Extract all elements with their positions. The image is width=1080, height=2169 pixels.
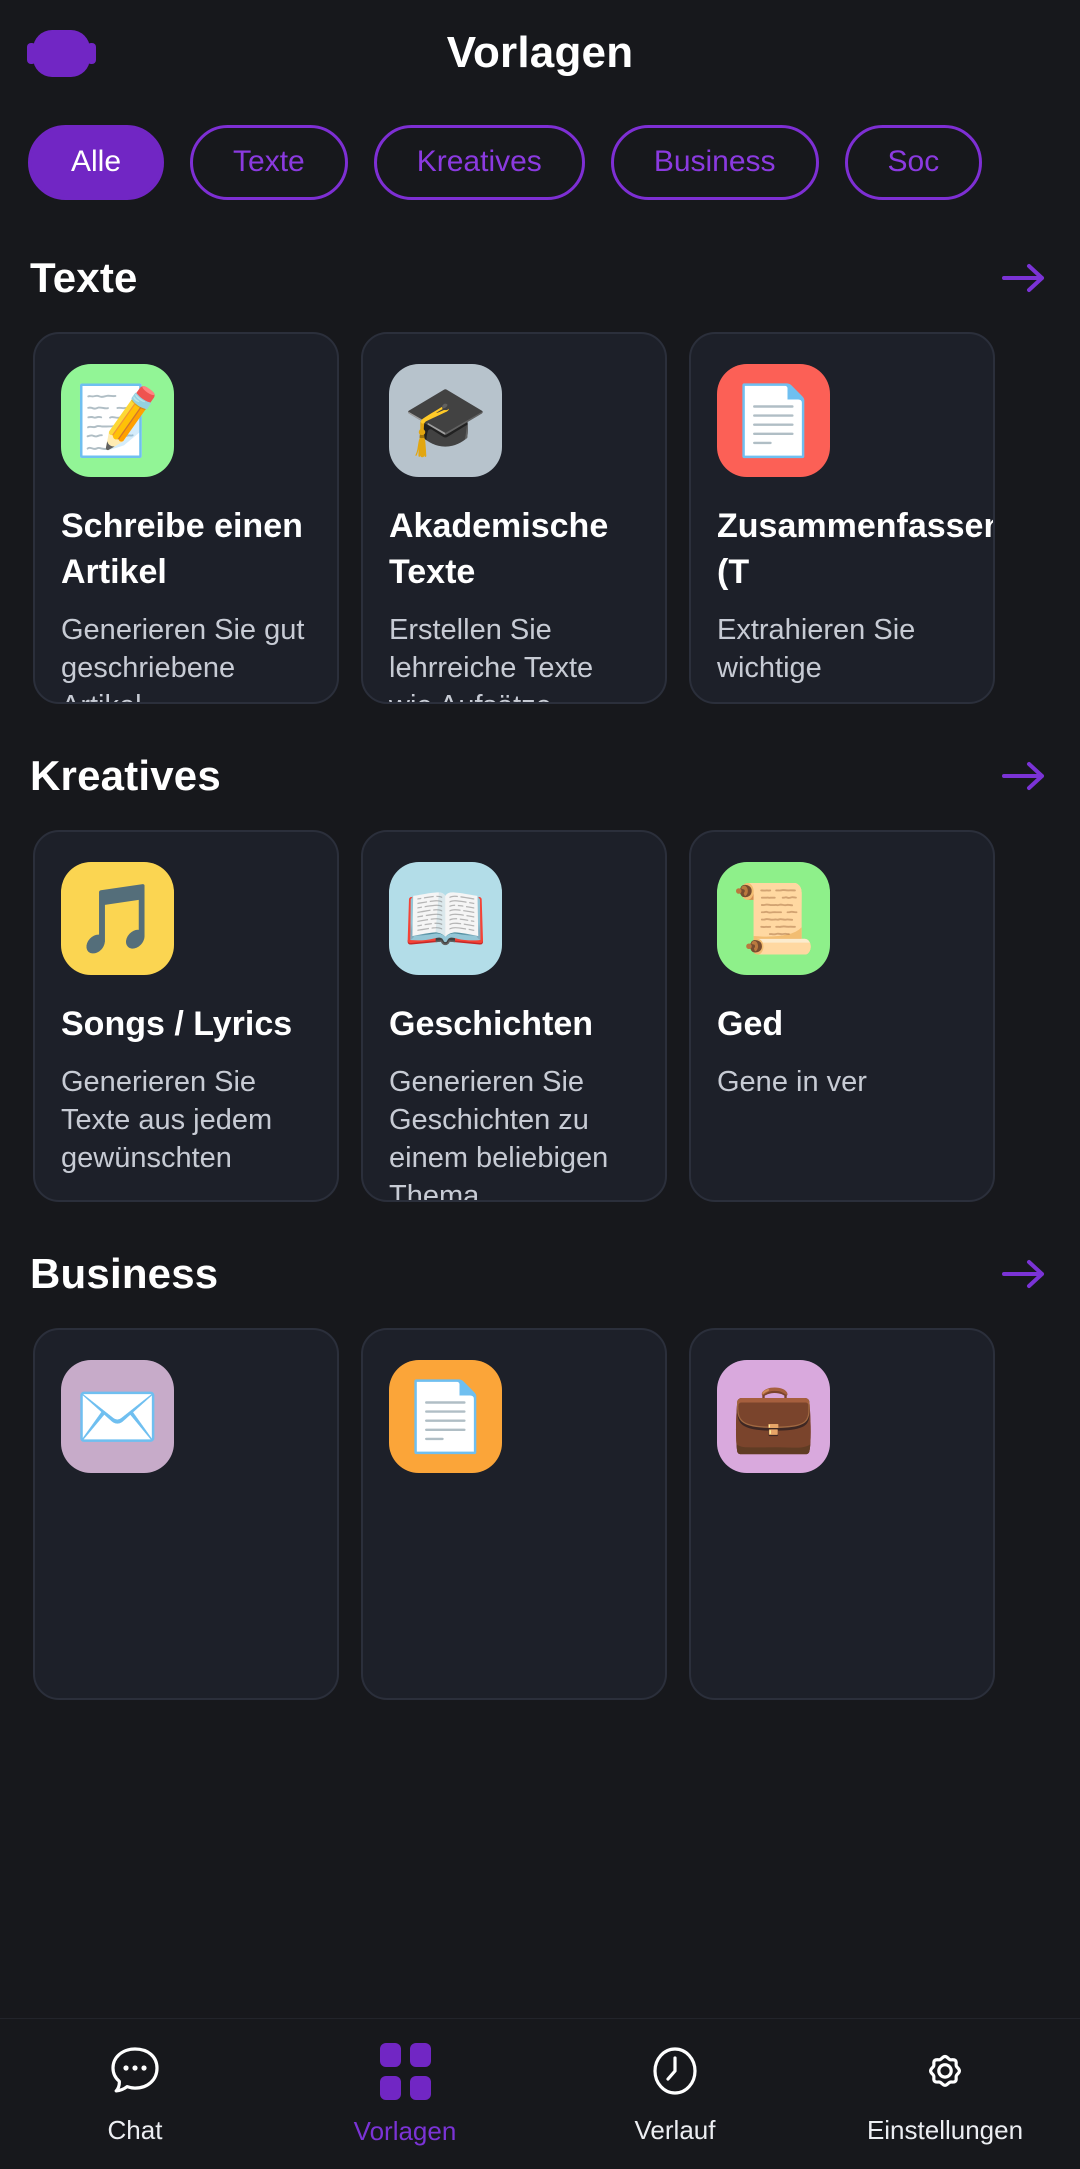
section-title: Business bbox=[30, 1250, 219, 1297]
card-description: Erstellen Sie lehrreiche Texte wie Aufsä… bbox=[389, 614, 594, 702]
card-description: Extrahieren Sie wichtige bbox=[717, 614, 916, 684]
section-texte: Texte 📝 Schreibe einen Artikel Generiere… bbox=[0, 248, 1080, 704]
filter-chip-business[interactable]: Business bbox=[610, 124, 819, 200]
category-filter-bar[interactable]: Alle Texte Kreatives Business Soc bbox=[0, 118, 1080, 206]
filter-chip-label: Alle bbox=[71, 145, 122, 178]
tab-label: Chat bbox=[107, 2115, 163, 2145]
tab-verlauf[interactable]: Verlauf bbox=[540, 2043, 810, 2146]
section-header: Kreatives bbox=[0, 746, 1080, 806]
briefcase-icon: 💼 bbox=[717, 1360, 830, 1473]
card-description: Gene in ver bbox=[717, 1066, 867, 1098]
arrow-right-icon[interactable] bbox=[998, 756, 1050, 796]
envelope-icon: ✉️ bbox=[61, 1360, 174, 1473]
app-header: Vorlagen bbox=[0, 0, 1080, 118]
tab-vorlagen[interactable]: Vorlagen bbox=[270, 2043, 540, 2147]
open-book-icon: 📖 bbox=[389, 862, 502, 975]
tab-einstellungen[interactable]: Einstellungen bbox=[810, 2043, 1080, 2146]
emoji-glyph: 📄 bbox=[403, 1378, 488, 1455]
filter-chip-label: Texte bbox=[233, 145, 305, 178]
filter-chip-alle[interactable]: Alle bbox=[28, 124, 165, 200]
card-description: Generieren Sie gut geschriebene Artikel bbox=[61, 614, 305, 702]
emoji-glyph: 💼 bbox=[731, 1378, 816, 1455]
emoji-glyph: 🎵 bbox=[75, 880, 160, 957]
card-row[interactable]: 📝 Schreibe einen Artikel Generieren Sie … bbox=[0, 308, 1080, 704]
card-row[interactable]: 🎵 Songs / Lyrics Generieren Sie Texte au… bbox=[0, 806, 1080, 1202]
template-card[interactable]: 📖 Geschichten Generieren Sie Geschichten… bbox=[361, 830, 667, 1202]
gear-icon bbox=[917, 2043, 973, 2099]
emoji-glyph: 📜 bbox=[731, 880, 816, 957]
tab-label: Einstellungen bbox=[866, 2115, 1024, 2145]
filter-chip-label: Kreatives bbox=[416, 145, 542, 178]
card-title: Songs / Lyrics bbox=[61, 1005, 293, 1043]
template-card[interactable]: 📄 Zusammenfassen (T Extrahieren Sie wich… bbox=[689, 332, 995, 704]
template-card[interactable]: ✉️ bbox=[33, 1328, 339, 1700]
template-card[interactable]: 📝 Schreibe einen Artikel Generieren Sie … bbox=[33, 332, 339, 704]
memo-pencil-icon: 📝 bbox=[61, 364, 174, 477]
card-title: Akademische Texte bbox=[389, 507, 609, 591]
section-header: Texte bbox=[0, 248, 1080, 308]
grid-squares-icon bbox=[379, 2043, 431, 2100]
section-business: Business ✉️ 📄 💼 bbox=[0, 1244, 1080, 1700]
filter-chip-label: Business bbox=[653, 145, 776, 178]
template-card[interactable]: 🎓 Akademische Texte Erstellen Sie lehrre… bbox=[361, 332, 667, 704]
card-description: Generieren Sie Geschichten zu einem beli… bbox=[389, 1066, 609, 1202]
filter-chip-social[interactable]: Soc bbox=[844, 124, 983, 200]
emoji-glyph: 📄 bbox=[731, 382, 816, 459]
card-title: Zusammenfassen (T bbox=[717, 507, 995, 591]
arrow-right-icon[interactable] bbox=[998, 1254, 1050, 1294]
template-card[interactable]: 🎵 Songs / Lyrics Generieren Sie Texte au… bbox=[33, 830, 339, 1202]
card-title: Ged bbox=[717, 1005, 784, 1043]
clock-icon bbox=[647, 2043, 703, 2099]
template-card[interactable]: 💼 bbox=[689, 1328, 995, 1700]
section-title: Texte bbox=[30, 254, 138, 301]
card-title: Schreibe einen Artikel bbox=[61, 507, 303, 591]
template-card[interactable]: 📜 Ged Gene in ver bbox=[689, 830, 995, 1202]
page-facing-up-icon: 📄 bbox=[717, 364, 830, 477]
graduation-cap-icon: 🎓 bbox=[389, 364, 502, 477]
chat-bubble-icon bbox=[106, 2043, 164, 2099]
section-title: Kreatives bbox=[30, 752, 221, 799]
scroll-icon: 📜 bbox=[717, 862, 830, 975]
arrow-right-icon[interactable] bbox=[998, 258, 1050, 298]
tab-label: Verlauf bbox=[634, 2115, 716, 2145]
musical-note-icon: 🎵 bbox=[61, 862, 174, 975]
emoji-glyph: 🎓 bbox=[403, 382, 488, 459]
card-row[interactable]: ✉️ 📄 💼 bbox=[0, 1304, 1080, 1700]
template-card[interactable]: 📄 bbox=[361, 1328, 667, 1700]
emoji-glyph: 📖 bbox=[403, 880, 488, 957]
emoji-glyph: 📝 bbox=[75, 382, 160, 459]
emoji-glyph: ✉️ bbox=[75, 1378, 160, 1455]
card-description: Generieren Sie Texte aus jedem gewünscht… bbox=[61, 1066, 273, 1174]
filter-chip-texte[interactable]: Texte bbox=[190, 124, 348, 200]
bottom-navigation[interactable]: Chat Vorlagen Verlauf Einstellungen bbox=[0, 2018, 1080, 2169]
page-with-curl-icon: 📄 bbox=[389, 1360, 502, 1473]
tab-chat[interactable]: Chat bbox=[0, 2043, 270, 2146]
templates-screen: Vorlagen Alle Texte Kreatives Business S… bbox=[0, 0, 1080, 2169]
tab-label: Vorlagen bbox=[353, 2116, 457, 2146]
filter-chip-kreatives[interactable]: Kreatives bbox=[373, 124, 585, 200]
page-title: Vorlagen bbox=[446, 28, 634, 77]
filter-chip-label: Soc bbox=[887, 145, 940, 178]
section-header: Business bbox=[0, 1244, 1080, 1304]
card-title: Geschichten bbox=[389, 1005, 594, 1043]
section-kreatives: Kreatives 🎵 Songs / Lyrics Generieren Si… bbox=[0, 746, 1080, 1202]
